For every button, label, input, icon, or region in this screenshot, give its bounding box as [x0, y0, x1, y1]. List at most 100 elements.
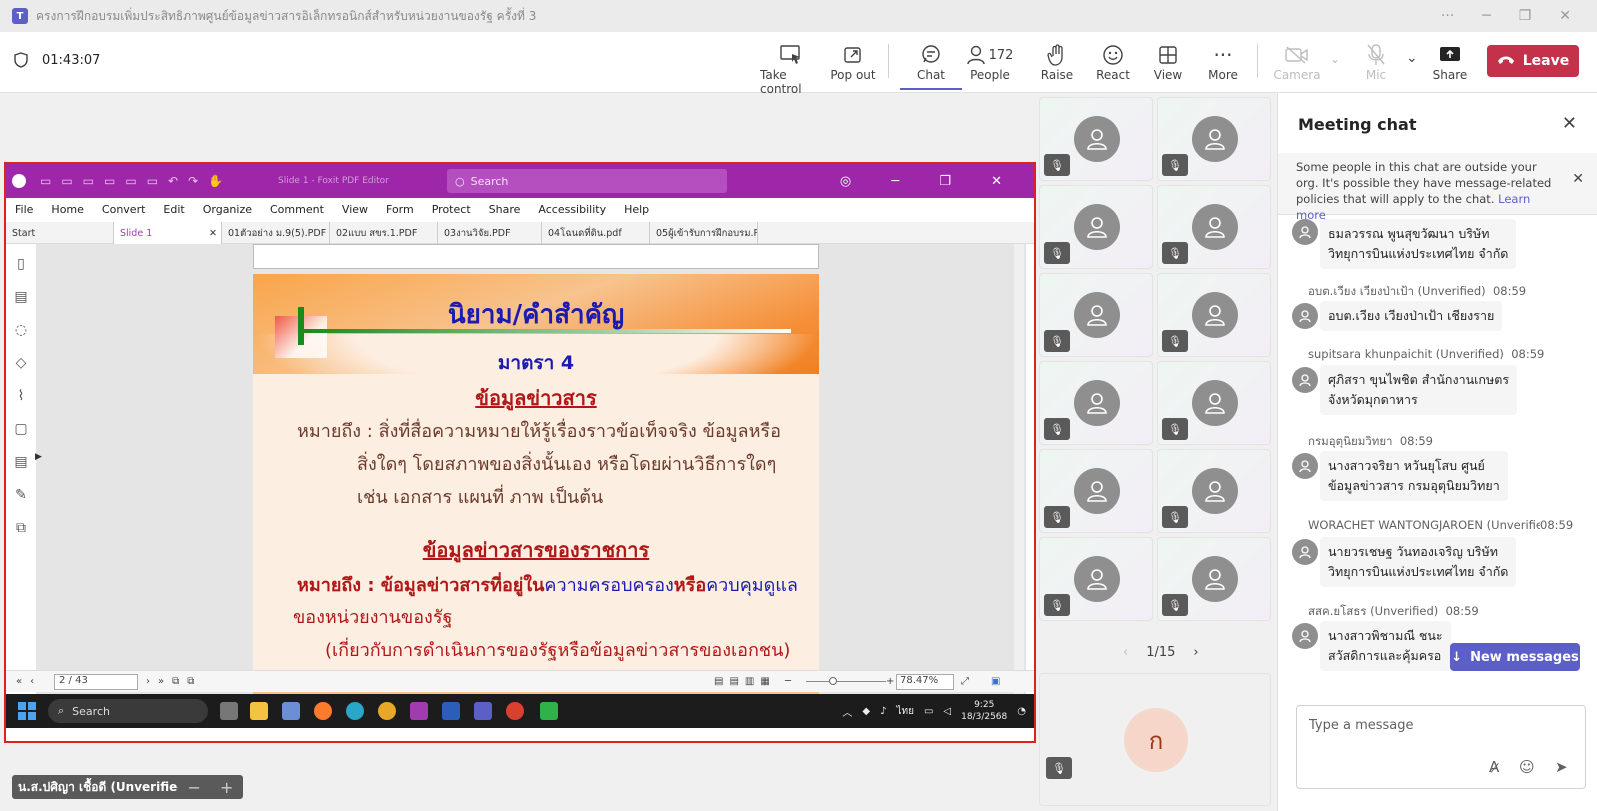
page-nav-next-icons[interactable]: ›»⧉⧉ — [146, 676, 202, 687]
participant-tile[interactable]: 🎙︎ — [1157, 449, 1271, 533]
volume-icon[interactable]: ◁ — [943, 706, 951, 717]
maximize-button[interactable]: ❐ — [1519, 8, 1532, 24]
dismiss-notice-icon[interactable]: ✕ — [1572, 171, 1584, 187]
participant-tile[interactable]: 🎙︎ — [1157, 537, 1271, 621]
tray-mic-icon[interactable]: ♪ — [880, 706, 886, 717]
next-page-chevron-icon[interactable]: › — [1193, 645, 1198, 660]
close-window-button[interactable]: ✕ — [1559, 8, 1571, 24]
task-view-icon[interactable] — [220, 702, 238, 720]
keyboard-language[interactable]: ไทย — [896, 704, 913, 719]
teams-icon[interactable] — [474, 702, 492, 720]
tab-document[interactable]: 02แบบ สขร.1.PDF — [330, 222, 438, 244]
more-button[interactable]: ··· More — [1192, 42, 1254, 82]
page-nav-icons[interactable]: «‹ — [16, 676, 42, 687]
participant-tile[interactable]: 🎙︎ — [1157, 361, 1271, 445]
pages-icon[interactable]: ▤ — [14, 289, 27, 305]
menu-comment[interactable]: Comment — [261, 203, 333, 216]
camera-button[interactable]: Camera — [1266, 42, 1328, 82]
page-layout-icons[interactable]: ▤▤▥▦ ─ — [714, 676, 797, 687]
network-icon[interactable]: ▭ — [924, 706, 933, 717]
tab-document[interactable]: 01ตัวอย่าง ม.9(5).PDF — [222, 222, 330, 244]
menu-file[interactable]: File — [6, 203, 42, 216]
bookmark-icon[interactable]: ▯ — [17, 256, 25, 272]
menu-view[interactable]: View — [333, 203, 377, 216]
foxit-icon[interactable] — [410, 702, 428, 720]
react-button[interactable]: React — [1082, 42, 1144, 82]
power-icon[interactable]: ◔ — [1017, 706, 1026, 717]
foxit-window-controls[interactable]: ◎ ─ ❐ ✕ — [840, 174, 1020, 189]
lock-icon[interactable]: ▢ — [14, 421, 27, 437]
camera-options-chevron-icon[interactable]: ⌄ — [1330, 52, 1340, 66]
participant-tile[interactable]: 🎙︎ — [1039, 273, 1153, 357]
mic-button[interactable]: Mic — [1345, 42, 1407, 82]
tab-document[interactable]: 05ผู้เข้ารับการฝึกอบรม.PDF — [650, 222, 758, 244]
participant-tile[interactable]: 🎙︎ — [1039, 361, 1153, 445]
pdf-scrollbar[interactable] — [1014, 244, 1024, 706]
zoom-level[interactable]: 78.47% — [896, 674, 954, 690]
menu-share[interactable]: Share — [480, 203, 530, 216]
mic-options-chevron-icon[interactable]: ⌄ — [1406, 50, 1418, 66]
new-messages-button[interactable]: ↓ New messages — [1450, 643, 1580, 671]
word-icon[interactable] — [442, 702, 460, 720]
people-button[interactable]: 172 People — [954, 42, 1026, 82]
take-control-button[interactable]: Take control — [760, 42, 822, 96]
format-icon[interactable]: A̷ — [1489, 758, 1499, 776]
firefox-icon[interactable] — [314, 702, 332, 720]
close-tab-icon[interactable]: ✕ — [209, 228, 217, 239]
menu-protect[interactable]: Protect — [423, 203, 480, 216]
previous-page-chevron-icon[interactable]: ‹ — [1123, 645, 1128, 660]
participant-tile[interactable]: 🎙︎ — [1039, 537, 1153, 621]
pdf-viewport[interactable]: นิยาม/คำสำคัญ มาตรา 4 ข้อมูลข่าวสาร หมาย… — [36, 244, 1026, 706]
zoom-in-icon[interactable]: + — [220, 778, 233, 797]
file-explorer-icon[interactable] — [250, 702, 268, 720]
page-number-input[interactable]: 2 / 43 — [54, 674, 138, 690]
menu-help[interactable]: Help — [615, 203, 658, 216]
participant-tile[interactable]: 🎙︎ — [1039, 185, 1153, 269]
tray-chevron-icon[interactable]: ︿ — [842, 704, 852, 719]
minimize-button[interactable]: ─ — [1482, 8, 1490, 24]
taskbar-clock[interactable]: 9:25 18/3/2568 — [961, 699, 1007, 723]
tab-document[interactable]: 04โฉนดที่ดิน.pdf — [542, 222, 650, 244]
chat-message-list[interactable]: ธมลวรรณ พูนสุขวัฒนา บริษัท วิทยุการบินแห่… — [1278, 215, 1597, 680]
comments-icon[interactable]: ◌ — [15, 322, 27, 338]
message-compose-box[interactable]: Type a message A̷ ☺ ➤ — [1296, 705, 1586, 789]
menu-convert[interactable]: Convert — [93, 203, 155, 216]
menu-form[interactable]: Form — [377, 203, 423, 216]
participant-tile[interactable]: 🎙︎ — [1157, 185, 1271, 269]
taskbar-search[interactable]: ⌕ Search — [48, 699, 208, 723]
zoom-slider[interactable] — [806, 681, 886, 682]
view-button[interactable]: View — [1137, 42, 1199, 82]
participant-tile[interactable]: 🎙︎ — [1039, 449, 1153, 533]
app-icon[interactable] — [282, 702, 300, 720]
menu-edit[interactable]: Edit — [154, 203, 193, 216]
document-icon[interactable]: ▤ — [14, 454, 27, 470]
pop-out-button[interactable]: Pop out — [822, 42, 884, 82]
reading-mode-icon[interactable]: ▣ — [991, 676, 1000, 687]
leave-button[interactable]: Leave — [1487, 45, 1579, 77]
emoji-icon[interactable]: ☺ — [1519, 758, 1535, 776]
menu-accessibility[interactable]: Accessibility — [529, 203, 615, 216]
compare-icon[interactable]: ⧉ — [16, 520, 26, 536]
close-chat-icon[interactable]: ✕ — [1562, 113, 1577, 134]
windows-start-icon[interactable] — [18, 702, 36, 720]
share-button[interactable]: Share — [1419, 42, 1481, 82]
participant-tile[interactable]: 🎙︎ — [1157, 97, 1271, 181]
message-input[interactable]: Type a message — [1309, 718, 1414, 733]
more-options-icon[interactable]: ··· — [1441, 8, 1454, 24]
tab-document[interactable]: 03งานวิจัย.PDF — [438, 222, 542, 244]
menu-home[interactable]: Home — [42, 203, 92, 216]
participant-tile[interactable]: 🎙︎ — [1157, 273, 1271, 357]
raise-hand-button[interactable]: Raise — [1026, 42, 1088, 82]
edge-icon[interactable] — [346, 702, 364, 720]
tray-app-icon[interactable]: ◆ — [862, 706, 870, 717]
chrome-icon[interactable] — [378, 702, 396, 720]
sign-icon[interactable]: ✎ — [15, 487, 27, 503]
chat-button[interactable]: Chat — [900, 42, 962, 90]
self-video-tile[interactable]: ก 🎙︎ — [1039, 673, 1271, 806]
foxit-search-box[interactable]: ○ Search — [447, 169, 727, 193]
zoom-out-icon[interactable]: − — [188, 778, 201, 797]
tab-slide-1[interactable]: Slide 1 ✕ — [114, 222, 222, 244]
menu-organize[interactable]: Organize — [194, 203, 261, 216]
chrome-profile-icon[interactable] — [506, 702, 524, 720]
zoom-slider-thumb[interactable] — [829, 677, 837, 685]
